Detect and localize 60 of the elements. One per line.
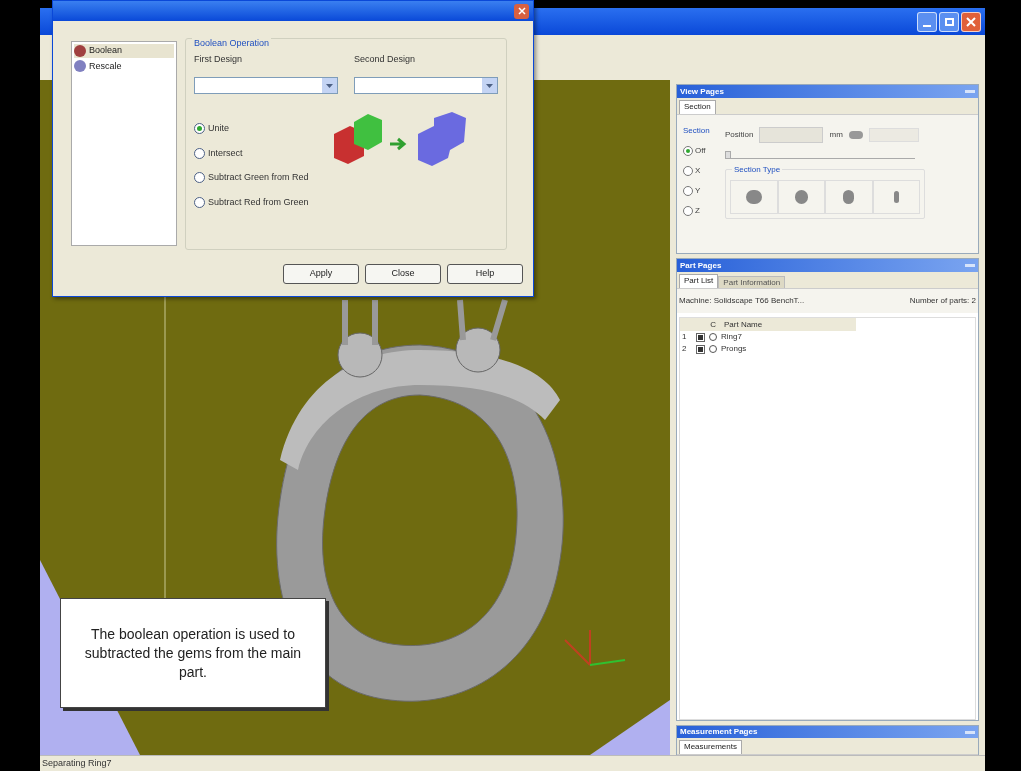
group-title: Section bbox=[683, 125, 711, 137]
minimize-button[interactable] bbox=[917, 11, 937, 32]
tab[interactable]: Measurements bbox=[679, 740, 742, 754]
field-label: First Design bbox=[194, 53, 243, 66]
axis-icon bbox=[564, 629, 626, 666]
close-icon bbox=[517, 7, 526, 15]
close-icon bbox=[966, 16, 976, 27]
part-count: Number of parts: 2 bbox=[909, 295, 976, 307]
section-type-button[interactable] bbox=[825, 180, 873, 214]
table-cell: Prongs bbox=[721, 343, 747, 355]
column-header: Part Name bbox=[723, 318, 763, 331]
slider-thumb[interactable] bbox=[725, 151, 731, 159]
operation-item[interactable]: Rescale bbox=[74, 59, 174, 73]
panel-title: Part Pages bbox=[680, 259, 722, 272]
restore-button[interactable] bbox=[939, 11, 959, 32]
tool-icon bbox=[848, 131, 863, 139]
tab[interactable]: Section bbox=[679, 100, 716, 114]
first-design-dropdown[interactable] bbox=[194, 77, 338, 94]
row-number: 2 bbox=[682, 343, 688, 355]
radio-option[interactable]: Subtract Red from Green bbox=[194, 195, 334, 209]
section-type-button[interactable] bbox=[872, 180, 920, 214]
radio-option[interactable]: Y bbox=[683, 185, 719, 197]
radio-option[interactable]: Unite bbox=[194, 122, 334, 136]
pin-icon bbox=[965, 730, 975, 734]
checkbox[interactable] bbox=[696, 344, 705, 354]
pin-icon bbox=[965, 90, 975, 93]
machine-label: Machine: Solidscape T66 BenchT... bbox=[679, 295, 805, 307]
radio-option[interactable]: Subtract Green from Red bbox=[194, 171, 334, 185]
unit-label: mm bbox=[829, 129, 843, 141]
radio-option[interactable]: Z bbox=[683, 205, 719, 217]
checkbox[interactable] bbox=[696, 332, 705, 342]
group-title: Boolean Operation bbox=[192, 37, 272, 51]
status-text: Separating Ring7 bbox=[42, 756, 112, 770]
shape-icon bbox=[74, 60, 86, 73]
field-label: Second Design bbox=[354, 53, 417, 66]
table-cell: Ring7 bbox=[721, 331, 742, 343]
pin-icon bbox=[965, 264, 975, 267]
close-button[interactable] bbox=[514, 3, 529, 19]
dialog-button[interactable]: Apply bbox=[283, 264, 359, 284]
dialog-button[interactable]: Help bbox=[447, 264, 523, 284]
row-number: 1 bbox=[682, 331, 688, 343]
section-type-button[interactable] bbox=[777, 180, 825, 214]
second-design-dropdown[interactable] bbox=[354, 77, 498, 94]
tab[interactable]: Part List bbox=[679, 274, 719, 288]
callout-text: The boolean operation is used to subtracted the gems from the main part. bbox=[83, 624, 303, 682]
panel-title: View Pages bbox=[680, 85, 724, 98]
group-title: Section Type bbox=[732, 164, 783, 176]
tab[interactable]: Part Information bbox=[718, 276, 786, 288]
radio-option[interactable]: Off bbox=[683, 145, 719, 157]
close-button[interactable] bbox=[961, 11, 981, 32]
position-field[interactable] bbox=[759, 127, 824, 143]
operation-item[interactable]: Boolean bbox=[74, 44, 174, 58]
panel-title: Measurement Pages bbox=[680, 726, 758, 738]
section-type-button[interactable] bbox=[730, 180, 778, 214]
dialog-button[interactable]: Close bbox=[365, 264, 441, 284]
column-header: C bbox=[709, 318, 717, 331]
field-label: Position bbox=[725, 129, 754, 141]
radio-option[interactable]: Intersect bbox=[194, 146, 334, 160]
radio-option[interactable]: X bbox=[683, 165, 719, 177]
shape-icon bbox=[74, 44, 86, 57]
